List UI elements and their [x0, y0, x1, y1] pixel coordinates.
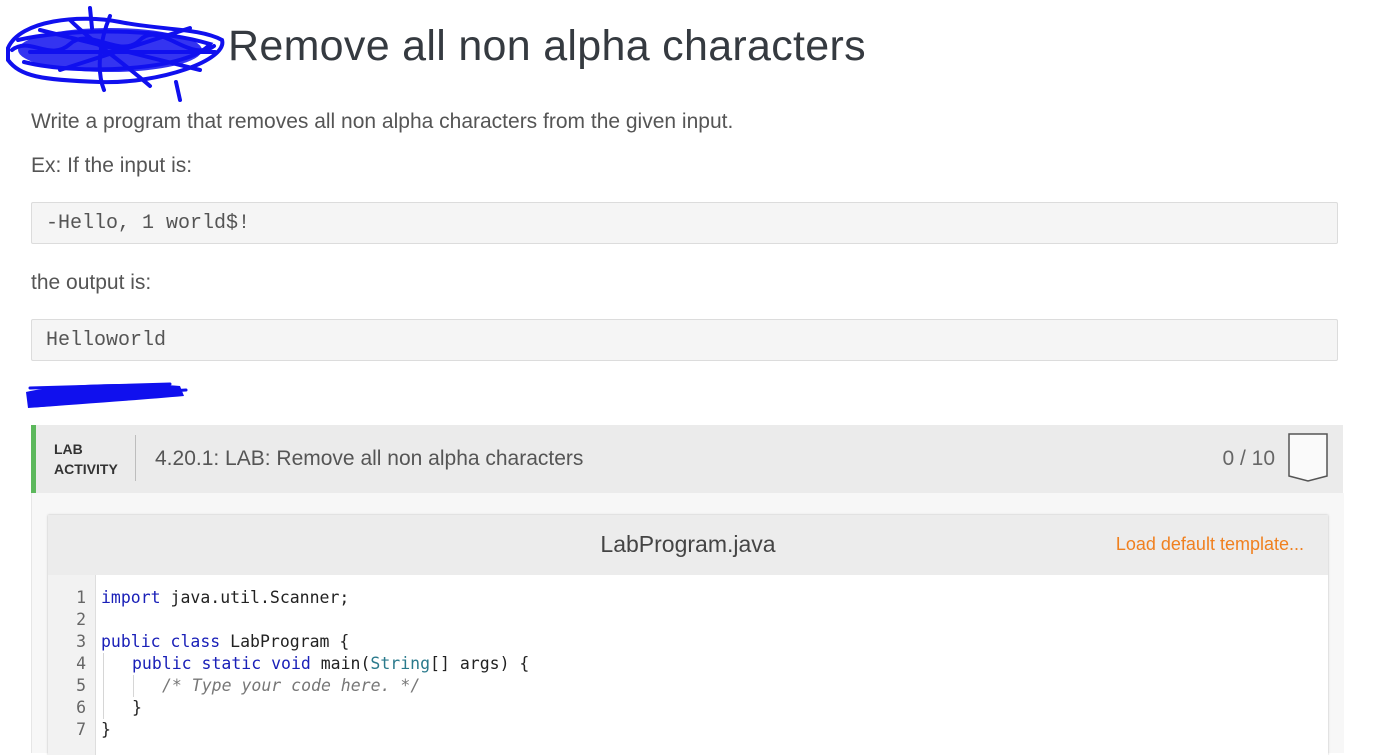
redaction-scribble-mid [26, 382, 188, 408]
load-default-template-link[interactable]: Load default template... [1116, 534, 1304, 555]
lab-tag-line1: LAB [54, 441, 83, 457]
line-number: 4 [76, 654, 86, 673]
code-line-7: } [101, 720, 111, 739]
problem-description: Write a program that removes all non alp… [31, 110, 734, 133]
code-token: import [101, 588, 161, 607]
code-token: String [370, 654, 431, 673]
shield-badge-icon [1288, 433, 1328, 482]
code-token: public static void [132, 654, 311, 673]
code-line-5: /* Type your code here. */ [162, 676, 421, 695]
line-number: 1 [76, 588, 86, 607]
editor-file-bar: LabProgram.java Load default template... [48, 515, 1328, 575]
line-number: 7 [76, 720, 86, 739]
lab-activity-header: LAB ACTIVITY 4.20.1: LAB: Remove all non… [31, 425, 1343, 493]
lab-activity-tag: LAB ACTIVITY [54, 439, 118, 479]
example-input-box: -Hello, 1 world$! [31, 202, 1338, 244]
code-line-3: public class LabProgram { [101, 631, 349, 653]
line-number: 3 [76, 632, 86, 651]
output-intro: the output is: [31, 271, 152, 294]
redaction-scribble-top [6, 6, 225, 102]
lab-editor-container: LabProgram.java Load default template...… [31, 493, 1344, 755]
editor-gutter: 1 2 3 4 5 6 7 [48, 575, 96, 755]
lab-header-divider [135, 435, 136, 481]
code-text-area[interactable]: import java.util.Scanner; public class L… [95, 575, 1328, 755]
indent-guide [133, 675, 134, 697]
page-title: Remove all non alpha characters [228, 22, 866, 70]
example-intro: Ex: If the input is: [31, 154, 193, 177]
line-number: 2 [76, 610, 86, 629]
code-token: public class [101, 632, 221, 651]
code-token: LabProgram { [220, 632, 350, 651]
line-number: 5 [76, 676, 86, 695]
code-line-4: public static void main(String[] args) { [132, 653, 529, 675]
lab-score: 0 / 10 [1222, 447, 1275, 470]
code-line-1: import java.util.Scanner; [101, 587, 349, 609]
code-line-6: } [132, 698, 142, 717]
code-token: java.util.Scanner; [160, 588, 350, 607]
indent-guide [103, 653, 104, 719]
line-number: 6 [76, 698, 86, 717]
code-token: [] args) { [430, 654, 530, 673]
lab-tag-line2: ACTIVITY [54, 461, 118, 477]
lab-title: 4.20.1: LAB: Remove all non alpha charac… [155, 447, 584, 470]
example-output-box: Helloworld [31, 319, 1338, 361]
code-token: main( [310, 654, 371, 673]
code-editor: LabProgram.java Load default template...… [48, 515, 1328, 755]
